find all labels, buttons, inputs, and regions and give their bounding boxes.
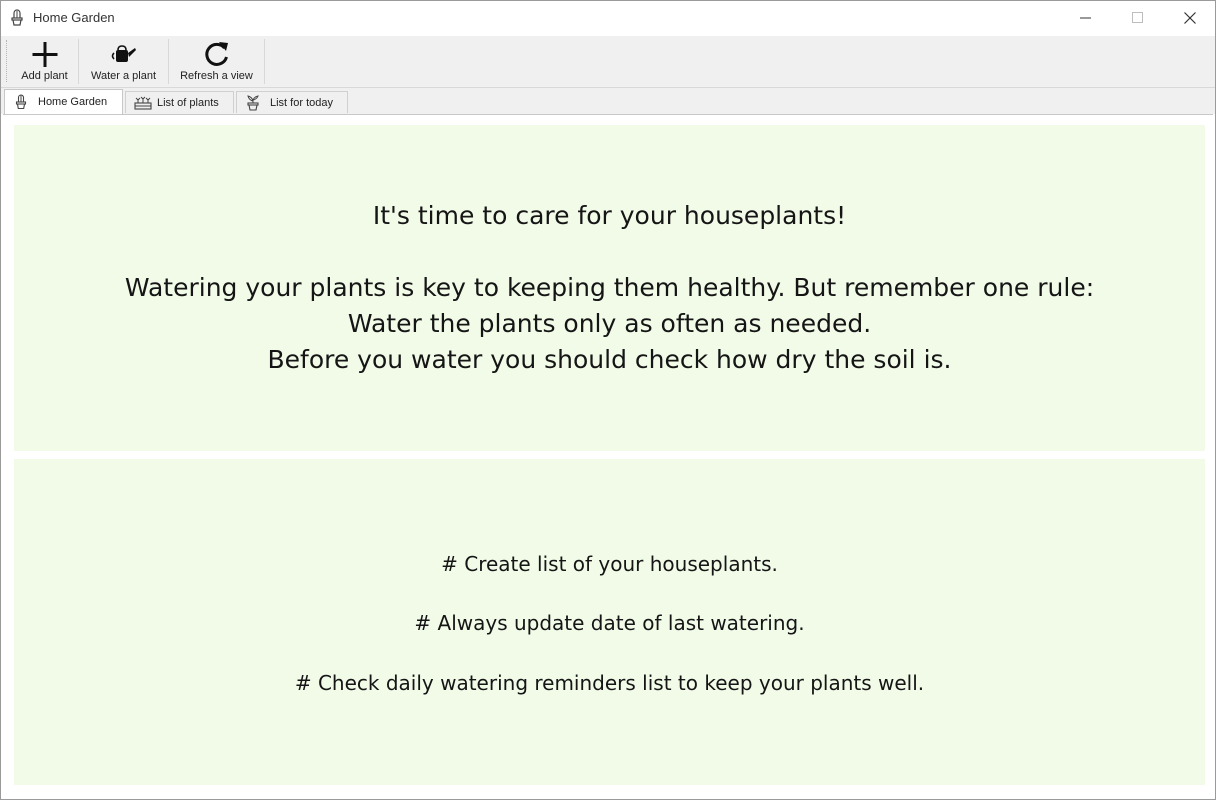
cactus-pot-icon: [8, 9, 26, 27]
app-window: Home Garden Add plant Water a plant Refr…: [0, 0, 1216, 800]
tip-item: # Always update date of last watering.: [414, 611, 805, 635]
tips-panel: # Create list of your houseplants. # Alw…: [14, 459, 1205, 785]
water-plant-button[interactable]: Water a plant: [79, 39, 169, 84]
rule-line: Before you water you should check how dr…: [267, 345, 952, 374]
minimize-button[interactable]: [1060, 1, 1112, 34]
headline: It's time to care for your houseplants!: [372, 201, 847, 230]
add-plant-button[interactable]: Add plant: [11, 39, 79, 84]
refresh-view-button[interactable]: Refresh a view: [169, 39, 265, 84]
water-plant-label: Water a plant: [90, 70, 156, 82]
toolbar: Add plant Water a plant Refresh a view: [1, 36, 1215, 88]
tab-list-of-plants-label: List of plants: [157, 97, 219, 109]
garden-bed-icon: [134, 95, 152, 111]
add-plant-label: Add plant: [21, 70, 68, 82]
window-title: Home Garden: [33, 10, 115, 25]
potted-plant-icon: [245, 95, 261, 111]
maximize-icon: [1132, 12, 1143, 23]
plus-icon: [30, 40, 60, 68]
watering-can-icon: [109, 40, 139, 68]
cactus-pot-icon: [13, 94, 29, 110]
home-garden-page: It's time to care for your houseplants! …: [3, 114, 1213, 799]
tab-list-for-today[interactable]: List for today: [236, 91, 348, 113]
tab-home-garden[interactable]: Home Garden: [4, 89, 123, 114]
tip-item: # Create list of your houseplants.: [441, 552, 778, 576]
close-button[interactable]: [1164, 1, 1215, 34]
tip-item: # Check daily watering reminders list to…: [294, 671, 925, 695]
tab-strip: Home Garden List of plants List for toda…: [1, 88, 1215, 114]
close-icon: [1184, 12, 1196, 24]
rule-line: Watering your plants is key to keeping t…: [124, 273, 1095, 302]
refresh-view-label: Refresh a view: [180, 70, 253, 82]
maximize-button[interactable]: [1112, 1, 1164, 34]
toolbar-grip[interactable]: [6, 40, 9, 82]
tab-list-of-plants[interactable]: List of plants: [125, 91, 234, 113]
rule-line: Water the plants only as often as needed…: [347, 309, 872, 338]
title-bar[interactable]: Home Garden: [1, 1, 1215, 36]
refresh-icon: [202, 40, 232, 68]
tab-home-garden-label: Home Garden: [38, 96, 108, 108]
minimize-icon: [1080, 17, 1091, 19]
tab-list-for-today-label: List for today: [270, 97, 333, 109]
intro-panel: It's time to care for your houseplants! …: [14, 125, 1205, 451]
